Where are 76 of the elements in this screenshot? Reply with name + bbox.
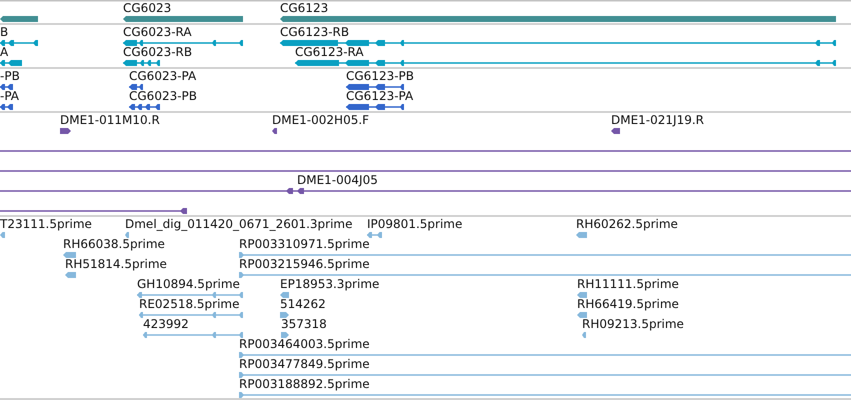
protein-glyph[interactable] xyxy=(129,84,143,90)
protein-glyph[interactable] xyxy=(346,104,404,110)
protein-glyph[interactable] xyxy=(346,84,404,90)
feature-label: RP003188892.5prime xyxy=(239,377,370,391)
feature-label: -PA xyxy=(0,89,20,103)
est-glyph[interactable] xyxy=(137,292,243,298)
est-glyph[interactable] xyxy=(239,392,851,398)
gene-bar[interactable] xyxy=(0,16,38,22)
est-glyph[interactable] xyxy=(0,232,5,238)
feature-label: CG6123-RB xyxy=(280,25,350,39)
feature-label: RH51814.5prime xyxy=(65,257,167,271)
feature-label: EP18953.3prime xyxy=(280,277,380,291)
feature-label: CG6023-PB xyxy=(129,89,198,103)
est-glyph[interactable] xyxy=(143,332,243,338)
feature-label: CG6123-PA xyxy=(346,89,414,103)
protein-glyph[interactable] xyxy=(0,104,13,110)
feature-label: GH10894.5prime xyxy=(137,277,240,291)
feature-label: RH66038.5prime xyxy=(63,237,165,251)
clone-glyph[interactable] xyxy=(0,188,851,194)
est-glyph[interactable] xyxy=(125,232,129,238)
est-glyph[interactable] xyxy=(280,312,289,318)
est-glyph[interactable] xyxy=(63,252,76,258)
feature-label: RP003477849.5prime xyxy=(239,357,370,371)
feature-label: RP003464003.5prime xyxy=(239,337,370,351)
feature-label: RP003215946.5prime xyxy=(239,257,370,271)
clone-glyph[interactable] xyxy=(272,128,277,134)
feature-label: CG6123 xyxy=(280,1,328,15)
transcript-glyph[interactable] xyxy=(0,40,38,46)
transcript-glyph[interactable] xyxy=(123,60,160,66)
protein-glyph[interactable] xyxy=(0,84,13,90)
transcript-glyph[interactable] xyxy=(280,40,836,46)
feature-label: DME1-011M10.R xyxy=(60,113,160,127)
feature-label: RP003310971.5prime xyxy=(239,237,370,251)
est-glyph[interactable] xyxy=(65,272,76,278)
feature-label: T23111.5prime xyxy=(0,217,92,231)
est-glyph[interactable] xyxy=(280,292,289,298)
feature-label: CG6123-PB xyxy=(346,69,414,83)
transcript-glyph[interactable] xyxy=(0,60,22,66)
feature-label: IP09801.5prime xyxy=(367,217,462,231)
clone-glyph[interactable] xyxy=(611,128,620,134)
est-glyph[interactable] xyxy=(582,332,586,338)
feature-label: RH11111.5prime xyxy=(577,277,679,291)
est-glyph[interactable] xyxy=(576,232,587,238)
transcript-glyph[interactable] xyxy=(295,60,836,66)
feature-label: DME1-004J05 xyxy=(297,173,378,187)
feature-label: DME1-021J19.R xyxy=(611,113,704,127)
feature-label: 357318 xyxy=(281,317,327,331)
feature-label: RH09213.5prime xyxy=(582,317,684,331)
feature-label: RE02518.5prime xyxy=(139,297,240,311)
est-glyph[interactable] xyxy=(139,312,243,318)
feature-label: RH66419.5prime xyxy=(577,297,679,311)
feature-label: CG6123-RA xyxy=(295,45,364,59)
feature-label: CG6023-PA xyxy=(129,69,196,83)
feature-label: CG6023-RA xyxy=(123,25,192,39)
transcript-glyph[interactable] xyxy=(123,40,243,46)
est-glyph[interactable] xyxy=(239,372,851,378)
est-glyph[interactable] xyxy=(367,232,382,238)
clone-glyph[interactable] xyxy=(0,208,187,214)
feature-label: RH60262.5prime xyxy=(576,217,678,231)
est-glyph[interactable] xyxy=(239,272,851,278)
feature-label: CG6023 xyxy=(123,1,172,15)
protein-glyph[interactable] xyxy=(129,104,160,110)
feature-label: A xyxy=(0,45,8,59)
est-glyph[interactable] xyxy=(239,252,851,258)
feature-label: Dmel_dig_011420_0671_2601.3prime xyxy=(125,217,353,231)
est-glyph[interactable] xyxy=(239,352,851,358)
feature-label: B xyxy=(0,25,8,39)
feature-label: DME1-002H05.F xyxy=(272,113,370,127)
feature-label: CG6023-RB xyxy=(123,45,192,59)
feature-label: 514262 xyxy=(280,297,326,311)
feature-label: -PB xyxy=(0,69,20,83)
clone-glyph[interactable] xyxy=(60,128,71,134)
est-glyph[interactable] xyxy=(577,312,587,318)
est-glyph[interactable] xyxy=(577,292,587,298)
feature-label: 423992 xyxy=(143,317,189,331)
est-glyph[interactable] xyxy=(281,332,289,338)
